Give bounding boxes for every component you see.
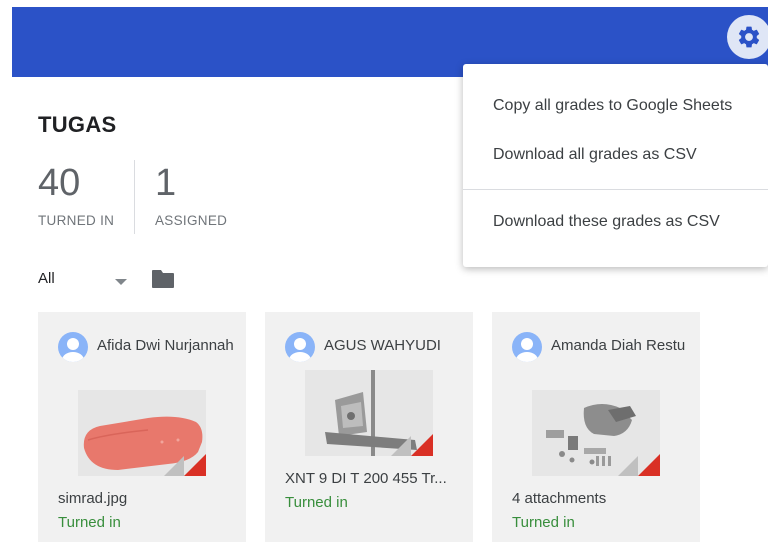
stats-divider xyxy=(134,160,135,234)
person-icon xyxy=(516,338,538,362)
page-title: TUGAS xyxy=(38,112,117,137)
student-name: AGUS WAHYUDI xyxy=(324,337,441,354)
attachment-name: simrad.jpg xyxy=(58,490,128,507)
menu-item-download-these-csv[interactable]: Download these grades as CSV xyxy=(493,213,720,231)
status-label: Turned in xyxy=(58,514,121,531)
attachment-thumbnail[interactable] xyxy=(305,370,433,456)
image-file-icon xyxy=(411,434,433,456)
assigned-count: 1 xyxy=(155,162,177,204)
settings-menu: Copy all grades to Google Sheets Downloa… xyxy=(463,64,768,267)
attachment-name: XNT 9 DI T 200 455 Tr... xyxy=(285,470,447,487)
folder-icon[interactable] xyxy=(151,269,175,294)
avatar xyxy=(512,332,542,362)
image-file-icon xyxy=(638,454,660,476)
menu-item-download-all-csv[interactable]: Download all grades as CSV xyxy=(493,146,697,164)
gear-icon xyxy=(738,26,760,48)
image-file-icon xyxy=(184,454,206,476)
attachment-name: 4 attachments xyxy=(512,490,607,507)
attachment-thumbnail[interactable] xyxy=(532,390,660,476)
turned-in-count: 40 xyxy=(38,162,81,204)
menu-divider xyxy=(463,189,768,190)
chevron-down-icon[interactable] xyxy=(115,279,127,285)
avatar xyxy=(285,332,315,362)
submission-card[interactable]: AGUS WAHYUDI XNT 9 DI T 200 455 Tr... Tu… xyxy=(265,312,473,542)
submission-card[interactable]: Amanda Diah Restu 4 attachments Turned i… xyxy=(492,312,700,542)
submission-card[interactable]: Afida Dwi Nurjannah simrad.jpg Turned in xyxy=(38,312,246,542)
status-label: Turned in xyxy=(285,494,348,511)
filter-dropdown[interactable]: All xyxy=(38,270,55,287)
avatar xyxy=(58,332,88,362)
person-icon xyxy=(289,338,311,362)
turned-in-label: TURNED IN xyxy=(38,213,115,228)
settings-button[interactable] xyxy=(727,15,768,59)
person-icon xyxy=(62,338,84,362)
student-name: Amanda Diah Restu xyxy=(551,337,686,354)
status-label: Turned in xyxy=(512,514,575,531)
attachment-thumbnail[interactable] xyxy=(78,390,206,476)
student-name: Afida Dwi Nurjannah xyxy=(97,337,234,354)
assigned-label: ASSIGNED xyxy=(155,213,228,228)
menu-item-copy-to-sheets[interactable]: Copy all grades to Google Sheets xyxy=(493,97,732,115)
